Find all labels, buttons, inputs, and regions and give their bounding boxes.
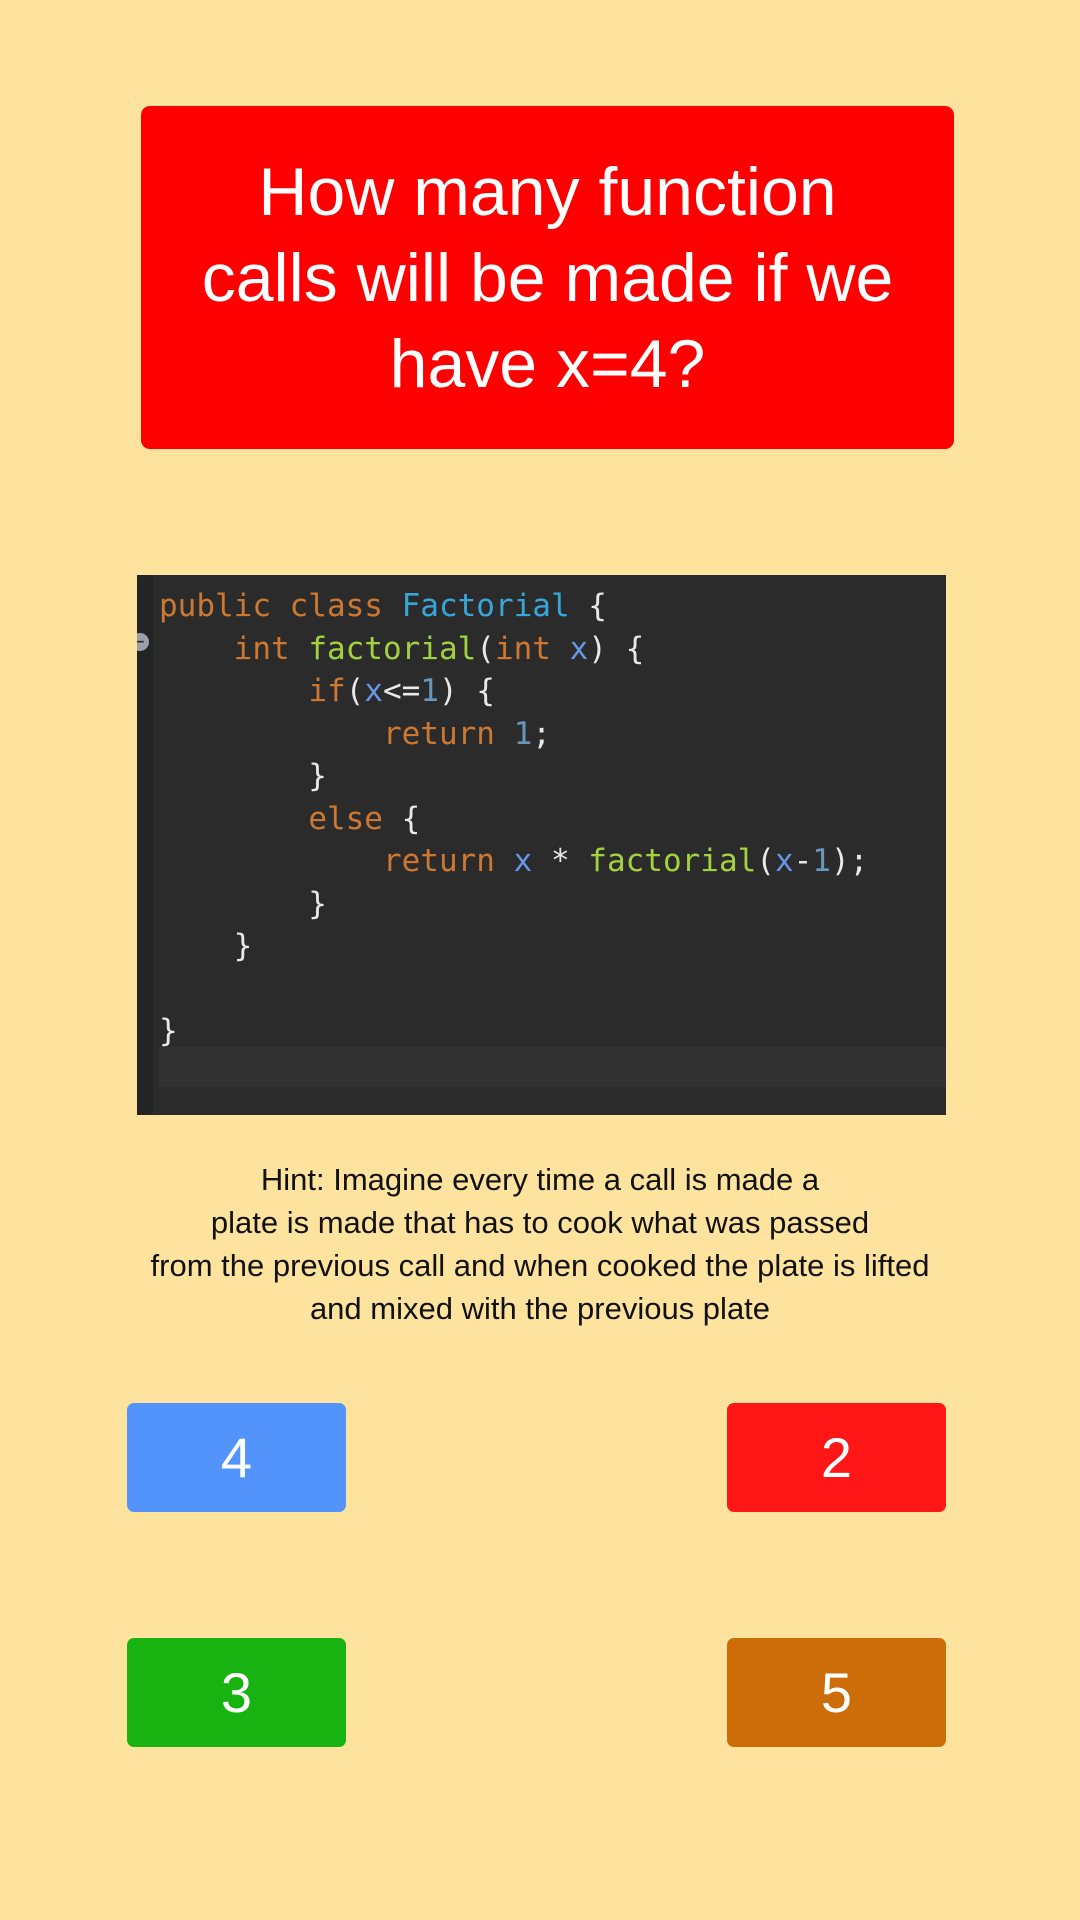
code-screenshot: − public class Factorial { int factorial… [137,575,946,1115]
code-token: - [793,843,813,879]
hint-line: Hint: Imagine every time a call is made … [260,1162,820,1197]
code-token: int [233,630,309,667]
code-line: } [159,1010,868,1053]
code-token: if [308,673,346,709]
code-block: public class Factorial { int factorial(i… [159,585,868,1053]
hint-line: and mixed with the previous plate [309,1291,771,1326]
code-token: int [494,630,570,667]
question-text: How many function calls will be made if … [201,153,894,402]
code-token: <= [382,673,421,709]
code-token: { [569,588,607,624]
code-token: 1 [812,843,831,879]
code-gutter [137,575,153,1115]
code-token: 1 [420,673,439,709]
code-token: x [513,843,533,879]
hint-line: from the previous call and when cooked t… [150,1248,930,1283]
code-token: public class [159,588,402,624]
code-token: return [382,715,514,752]
code-token: x [364,673,383,709]
code-token: return [382,843,514,879]
hint-line: plate is made that has to cook what was … [210,1205,870,1240]
code-token: ( [476,630,495,667]
answer-button-3[interactable]: 3 [127,1638,346,1747]
answer-button-2[interactable]: 2 [727,1403,946,1512]
answer-button-5[interactable]: 5 [727,1638,946,1747]
code-token: } [159,758,327,794]
code-token: ); [830,843,869,879]
code-token: } [159,928,253,964]
code-line: return 1; [159,713,868,756]
code-token: 1 [513,715,533,752]
code-line: else { [159,798,868,841]
code-token: ) { [588,630,645,667]
code-token: ( [756,843,775,879]
code-token: ( [345,673,365,709]
code-token: } [159,1013,178,1049]
code-line: } [159,883,868,926]
code-token: x [774,843,794,879]
code-token: factorial [308,630,477,667]
question-card: How many function calls will be made if … [141,106,954,449]
code-token: ; [532,715,551,752]
code-token: { [382,800,421,837]
code-line: public class Factorial { [159,585,868,628]
code-line: int factorial(int x) { [159,628,868,671]
code-token: } [159,885,327,922]
code-line: } [159,925,868,968]
code-token: factorial [588,843,757,879]
code-token: Factorial [401,588,570,624]
code-token: else [308,800,383,837]
code-line: return x * factorial(x-1); [159,840,868,883]
code-token: * [532,843,589,879]
code-line: if(x<=1) { [159,670,868,713]
answer-button-4[interactable]: 4 [127,1403,346,1512]
current-line-highlight [159,1047,946,1087]
hint-text: Hint: Imagine every time a call is made … [60,1158,1020,1330]
code-token: ) { [438,673,495,709]
code-line: } [159,755,868,798]
code-token: x [569,630,589,667]
